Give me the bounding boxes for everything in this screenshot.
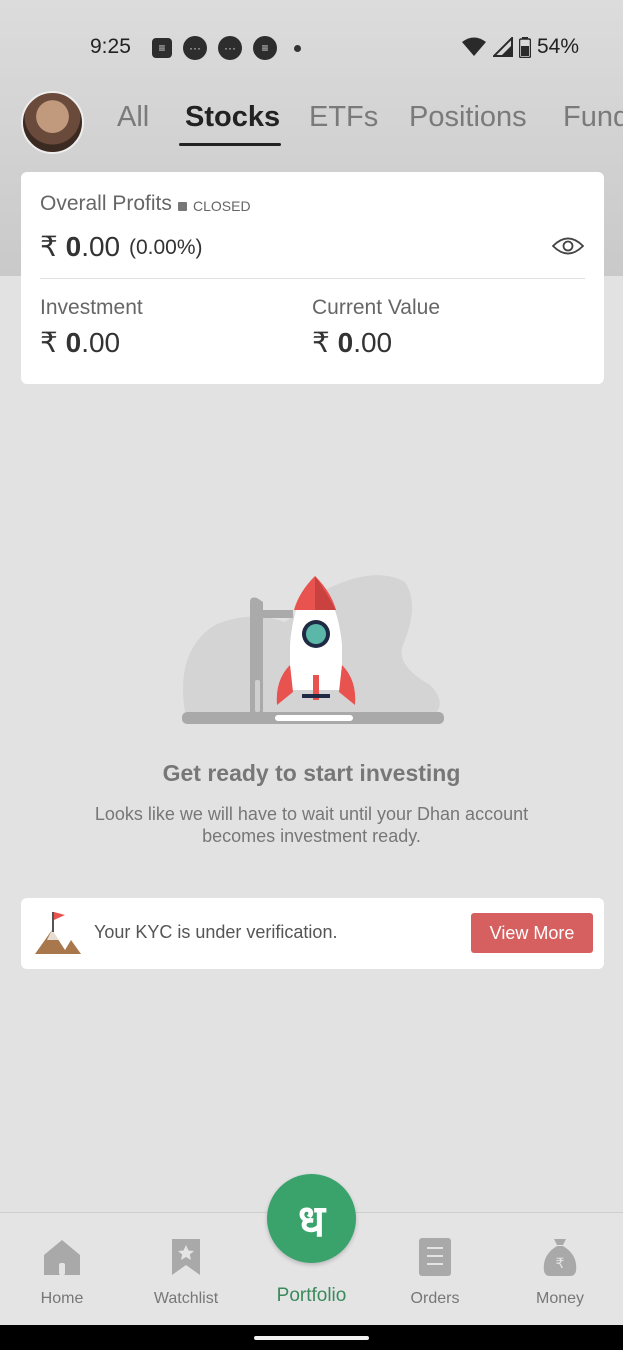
tab-all[interactable]: All — [117, 101, 149, 134]
nav-watchlist[interactable]: Watchlist — [131, 1237, 241, 1308]
status-bar: 9:25 ≡ ··· ··· ≡ 54% — [0, 0, 623, 95]
nav-watchlist-label: Watchlist — [153, 1290, 219, 1307]
kyc-banner: Your KYC is under verification. View Mor… — [21, 898, 604, 969]
currency-symbol: ₹ — [312, 327, 330, 358]
profit-card: Overall Profits CLOSED ₹ 0.00 (0.00%) In… — [21, 172, 604, 384]
investment-label: Investment — [40, 296, 143, 319]
chat-icon: ··· — [218, 36, 242, 60]
dot-icon — [294, 44, 301, 52]
nav-home[interactable]: Home — [7, 1237, 117, 1308]
nav-home-label: Home — [40, 1290, 84, 1307]
orders-list-icon — [419, 1238, 451, 1276]
status-time: 9:25 — [90, 35, 131, 58]
portfolio-fab[interactable]: ध — [267, 1174, 356, 1263]
tab-funds[interactable]: Fund — [563, 101, 623, 134]
money-bag-icon: ₹ — [543, 1239, 577, 1276]
investment-amount: ₹ 0.00 — [40, 326, 120, 359]
dhan-logo-icon: ध — [297, 1196, 326, 1246]
eye-icon[interactable] — [552, 236, 584, 256]
tab-bar: All Stocks ETFs Positions Fund — [0, 95, 623, 150]
current-dec: .00 — [353, 327, 393, 358]
tab-etfs[interactable]: ETFs — [309, 101, 378, 134]
app-icon: ≡ — [253, 36, 277, 60]
investment-dec: .00 — [81, 327, 121, 358]
market-status-badge: CLOSED — [178, 198, 251, 214]
empty-state-title: Get ready to start investing — [162, 760, 461, 786]
signal-icon — [492, 37, 513, 57]
mountain-flag-icon — [35, 912, 81, 954]
nav-orders-label: Orders — [410, 1290, 460, 1307]
tab-positions[interactable]: Positions — [409, 101, 527, 134]
chat-icon: ··· — [183, 36, 207, 60]
profit-amount: ₹ 0.00 — [40, 230, 120, 263]
system-navigation-bar — [0, 1325, 623, 1350]
battery-level: 54% — [536, 35, 579, 58]
current-int: 0 — [337, 327, 354, 358]
status-dot-icon — [178, 201, 187, 211]
investment-int: 0 — [65, 327, 82, 358]
nav-money[interactable]: ₹ Money — [505, 1237, 615, 1308]
active-tab-indicator — [179, 143, 281, 146]
currency-symbol: ₹ — [40, 327, 58, 358]
home-icon — [44, 1240, 80, 1275]
overall-profits-label: Overall Profits — [40, 192, 172, 215]
profit-dec: .00 — [81, 231, 121, 262]
message-icon: ≡ — [152, 38, 172, 58]
nav-money-label: Money — [535, 1290, 585, 1307]
current-value-label: Current Value — [312, 296, 441, 319]
profit-int: 0 — [65, 231, 82, 262]
view-more-button[interactable]: View More — [471, 913, 593, 953]
battery-icon — [518, 36, 531, 58]
market-status-text: CLOSED — [193, 198, 251, 214]
current-value-amount: ₹ 0.00 — [312, 326, 392, 359]
empty-state-subtitle: Looks like we will have to wait until yo… — [94, 804, 529, 846]
kyc-status-text: Your KYC is under verification. — [94, 922, 338, 942]
bookmark-star-icon — [172, 1239, 200, 1275]
svg-text:₹: ₹ — [556, 1256, 565, 1272]
currency-symbol: ₹ — [40, 231, 58, 262]
nav-portfolio-label[interactable]: Portfolio — [251, 1285, 372, 1307]
tab-stocks[interactable]: Stocks — [185, 101, 280, 134]
rocket-illustration — [182, 575, 444, 724]
wifi-icon — [461, 37, 486, 56]
home-gesture-pill[interactable] — [254, 1336, 369, 1340]
profit-percent: (0.00%) — [129, 236, 203, 259]
nav-orders[interactable]: Orders — [380, 1237, 490, 1308]
divider — [40, 278, 585, 279]
